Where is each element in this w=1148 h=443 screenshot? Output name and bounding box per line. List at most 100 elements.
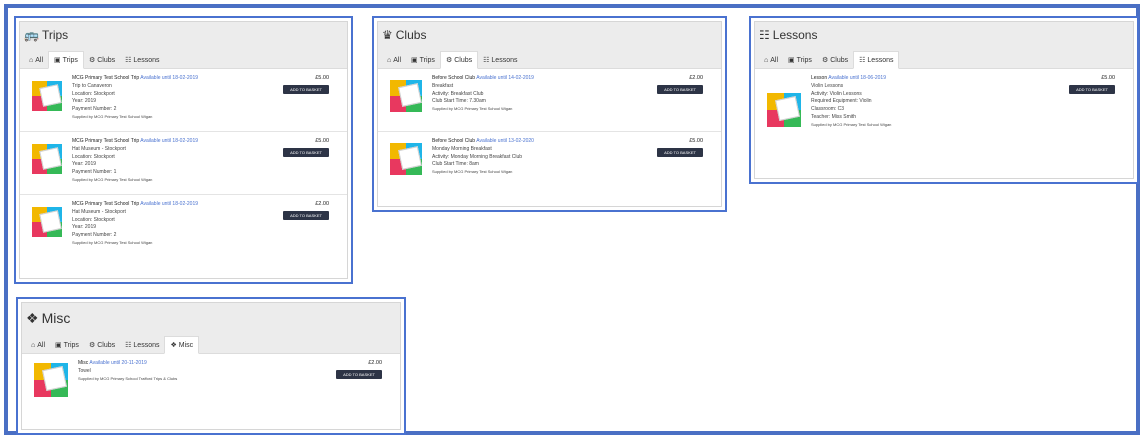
tab-clubs[interactable]: ⚙ Clubs [439, 51, 479, 69]
panel-title: Clubs [395, 28, 427, 42]
team-icon: ⚙ [821, 57, 829, 64]
item-detail-line: Payment Number: 2 [72, 106, 117, 112]
tab-label: All [37, 342, 46, 349]
availability-text: Available until 18-06-2019 [828, 75, 886, 81]
add-to-basket-button[interactable]: ADD TO BASKET [336, 370, 382, 379]
list-item: Before School Club Available until 13-02… [378, 132, 721, 194]
tab-clubs[interactable]: ⚙ Clubs [84, 337, 120, 353]
item-details: MCG Primary Test School Trip Available u… [72, 132, 198, 194]
add-to-basket-button[interactable]: ADD TO BASKET [1069, 85, 1115, 94]
misc-list: Misc Available until 20-11-2019 Towel Supp… [22, 354, 400, 414]
tab-clubs[interactable]: ⚙ Clubs [84, 52, 120, 68]
tab-trips[interactable]: ▣ Trips [783, 52, 817, 68]
team-icon: ⚙ [88, 57, 96, 64]
tab-all[interactable]: ⌂ All [24, 53, 48, 68]
tab-bar: ⌂ All ▣ Trips ⚙ Clubs ☷ Lessons [378, 48, 721, 69]
tab-trips[interactable]: ▣ Trips [50, 337, 84, 353]
price: £5.00 [1101, 75, 1115, 81]
tab-label: Clubs [97, 56, 116, 64]
add-to-basket-button[interactable]: ADD TO BASKET [657, 85, 703, 94]
clubs-list: Before School Club Available until 14-02… [378, 69, 721, 194]
price: £2.00 [689, 75, 703, 81]
clubs-panel-header: ♛ Clubs [378, 22, 721, 48]
panel-title: Misc [41, 310, 71, 326]
supplier-text: Supplied by MCG Primary Test School Wiga… [72, 239, 153, 245]
tab-bar: ⌂ All ▣ Trips ⚙ Clubs ☷ Lessons [755, 48, 1133, 69]
team-icon: ♛ [382, 28, 393, 42]
item-detail-line: Violin Lessons [811, 82, 844, 89]
availability-text: Available until 14-02-2019 [476, 75, 534, 81]
item-detail-line: Towel [78, 367, 91, 374]
item-detail-line: Classroom: C3 [811, 106, 845, 112]
item-detail-line: Club Start Time: 8am [432, 161, 479, 168]
availability-text: Available until 18-02-2019 [140, 201, 199, 207]
product-logo [32, 81, 62, 111]
trips-panel: 🚌 Trips ⌂ All ▣ Trips ⚙ Clubs ☷ Lessons MCG … [14, 16, 353, 284]
tab-lessons[interactable]: ☷ Lessons [853, 51, 900, 69]
tab-bar: ⌂ All ▣ Trips ⚙ Clubs ☷ Lessons ❖ Misc [22, 333, 400, 354]
add-to-basket-button[interactable]: ADD TO BASKET [283, 148, 329, 157]
logo-square [42, 366, 67, 391]
supplier-text: Supplied by MCG Primary Test School Wiga… [72, 113, 153, 119]
tab-misc[interactable]: ❖ Misc [164, 336, 200, 354]
tab-trips[interactable]: ▣ Trips [406, 52, 440, 68]
availability-text: Available until 13-02-2020 [476, 138, 534, 144]
item-title: MCG Primary Test School Trip [72, 75, 140, 81]
item-detail-line: Required Equipment: Violin [811, 98, 872, 105]
logo-square [39, 210, 62, 233]
logo-square [775, 96, 800, 121]
panel-title: Trips [41, 28, 69, 42]
item-details: Before School Club Available until 13-02… [432, 132, 534, 194]
bus-icon: ▣ [54, 57, 61, 64]
item-title: Before School Club [432, 138, 476, 144]
tab-all[interactable]: ⌂ All [26, 338, 50, 353]
misc-panel: ❖ Misc ⌂ All ▣ Trips ⚙ Clubs ☷ Lessons ❖ Misc… [16, 297, 406, 435]
supplier-text: Supplied by MCG Primary Test School Wiga… [432, 169, 513, 174]
list-item: Before School Club Available until 14-02… [378, 69, 721, 132]
add-to-basket-button[interactable]: ADD TO BASKET [283, 211, 329, 220]
tab-trips[interactable]: ▣ Trips [48, 51, 84, 69]
product-logo [390, 143, 422, 175]
tab-label: Lessons [491, 56, 518, 64]
tab-label: Trips [63, 341, 79, 349]
tab-label: Lessons [867, 56, 894, 64]
tab-label: Lessons [133, 341, 160, 349]
item-details: Before School Club Available until 14-02… [432, 69, 534, 131]
price: £2.00 [315, 201, 329, 207]
tab-label: Clubs [454, 56, 473, 64]
supplier-text: Supplied by MCG Primary Test School Wiga… [72, 176, 153, 182]
lesson-icon: ☷ [125, 57, 132, 64]
item-detail-line: Hat Museum - Stockport [72, 208, 126, 215]
tab-label: All [35, 57, 44, 64]
clubs-panel: ♛ Clubs ⌂ All ▣ Trips ⚙ Clubs ☷ Lessons Befo… [372, 16, 727, 212]
list-item: MCG Primary Test School Trip Available u… [20, 195, 347, 257]
tab-all[interactable]: ⌂ All [382, 53, 406, 68]
add-to-basket-button[interactable]: ADD TO BASKET [283, 85, 329, 94]
list-item: Lesson Available until 18-06-2019 Violin … [755, 69, 1133, 159]
item-detail-line: Year: 2019 [72, 98, 97, 105]
tab-lessons[interactable]: ☷ Lessons [120, 337, 164, 353]
misc-panel-header: ❖ Misc [22, 303, 400, 333]
tab-lessons[interactable]: ☷ Lessons [120, 52, 164, 68]
supplier-text: Supplied by MCG Primary School Trafford … [78, 375, 178, 381]
tab-label: Misc [178, 341, 194, 349]
team-icon: ⚙ [445, 57, 453, 64]
add-to-basket-button[interactable]: ADD TO BASKET [657, 148, 703, 157]
logo-square [398, 146, 422, 170]
lesson-icon: ☷ [125, 342, 132, 349]
supplier-text: Supplied by MCG Primary Test School Wiga… [432, 106, 513, 111]
tab-all[interactable]: ⌂ All [759, 53, 783, 68]
product-logo [32, 207, 62, 237]
tab-bar: ⌂ All ▣ Trips ⚙ Clubs ☷ Lessons [20, 48, 347, 69]
lessons-panel-header: ☷ Lessons [755, 22, 1133, 48]
item-detail-line: Activity: Monday Morning Breakfast Club [432, 153, 523, 160]
supplier-text: Supplied by MCG Primary Test School Wiga… [811, 121, 892, 127]
item-detail-line: Breakfast [432, 82, 454, 89]
item-detail-line: Activity: Violin Lessons [811, 90, 862, 97]
item-title: Lesson [811, 75, 828, 81]
tab-lessons[interactable]: ☷ Lessons [478, 52, 522, 68]
availability-text: Available until 18-02-2019 [140, 138, 199, 144]
tab-clubs[interactable]: ⚙ Clubs [817, 52, 853, 68]
tab-label: Trips [62, 56, 78, 64]
price: £2.00 [368, 360, 382, 366]
